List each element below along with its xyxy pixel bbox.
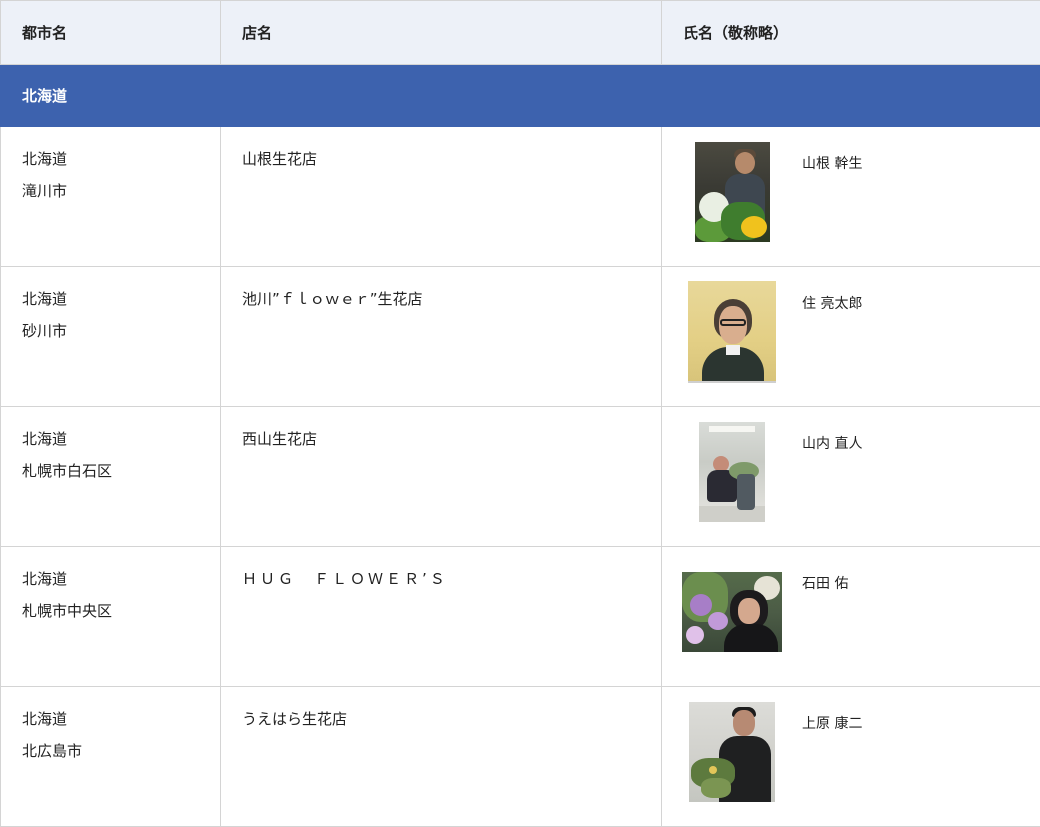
florist-photo-icon (682, 561, 782, 663)
person-name: 住 亮太郎 (802, 296, 863, 312)
person-name: 石田 佑 (802, 576, 849, 592)
city-cell: 北海道 砂川市 (0, 266, 221, 407)
table-row: 北海道 北広島市 うえはら生花店 上原 康二 (0, 686, 1040, 827)
shop-cell: ＨＵＧ ＦＬＯＷＥＲ’Ｓ (220, 546, 662, 687)
table-header-row: 都市名 店名 氏名（敬称略） (0, 0, 1040, 65)
florist-photo-icon (682, 281, 782, 383)
city-text: 札幌市白石区 (22, 462, 113, 480)
florist-photo (694, 142, 770, 242)
person-cell: 住 亮太郎 (661, 266, 1040, 407)
person-cell: 山根 幹生 (661, 126, 1040, 267)
table-row: 北海道 砂川市 池川”ｆｌｏｗｅｒ”生花店 住 亮太郎 (0, 266, 1040, 407)
florist-photo (699, 422, 765, 522)
person-name: 上原 康二 (802, 716, 863, 732)
city-text: 滝川市 (22, 182, 68, 200)
header-city: 都市名 (0, 0, 221, 65)
prefecture-text: 北海道 (22, 430, 68, 448)
region-row: 北海道 (0, 64, 1040, 127)
region-label: 北海道 (0, 64, 1040, 127)
prefecture-text: 北海道 (22, 290, 68, 308)
prefecture-text: 北海道 (22, 710, 68, 728)
prefecture-text: 北海道 (22, 150, 68, 168)
table-row: 北海道 札幌市中央区 ＨＵＧ ＦＬＯＷＥＲ’Ｓ 石田 佑 (0, 546, 1040, 687)
person-name: 山内 直人 (802, 436, 863, 452)
table-row: 北海道 札幌市白石区 西山生花店 山内 直人 (0, 406, 1040, 547)
city-text: 北広島市 (22, 742, 83, 760)
shop-cell: うえはら生花店 (220, 686, 662, 827)
person-cell: 山内 直人 (661, 406, 1040, 547)
florist-photo-icon (682, 701, 782, 803)
table-row: 北海道 滝川市 山根生花店 山根 幹生 (0, 126, 1040, 267)
city-cell: 北海道 札幌市中央区 (0, 546, 221, 687)
person-cell: 石田 佑 (661, 546, 1040, 687)
shop-cell: 池川”ｆｌｏｗｅｒ”生花店 (220, 266, 662, 407)
person-name: 山根 幹生 (802, 156, 863, 172)
florist-photo (688, 281, 776, 383)
florist-table: 都市名 店名 氏名（敬称略） 北海道 北海道 滝川市 山根生花店 山根 幹生 北… (0, 0, 1040, 827)
shop-cell: 山根生花店 (220, 126, 662, 267)
shop-cell: 西山生花店 (220, 406, 662, 547)
city-text: 砂川市 (22, 322, 68, 340)
city-cell: 北海道 札幌市白石区 (0, 406, 221, 547)
prefecture-text: 北海道 (22, 570, 68, 588)
city-text: 札幌市中央区 (22, 602, 113, 620)
florist-photo (682, 572, 782, 652)
florist-photo (689, 702, 775, 802)
person-cell: 上原 康二 (661, 686, 1040, 827)
city-cell: 北海道 滝川市 (0, 126, 221, 267)
florist-photo-icon (682, 421, 782, 523)
city-cell: 北海道 北広島市 (0, 686, 221, 827)
florist-photo-icon (682, 141, 782, 243)
header-person: 氏名（敬称略） (661, 0, 1040, 65)
header-shop: 店名 (220, 0, 662, 65)
